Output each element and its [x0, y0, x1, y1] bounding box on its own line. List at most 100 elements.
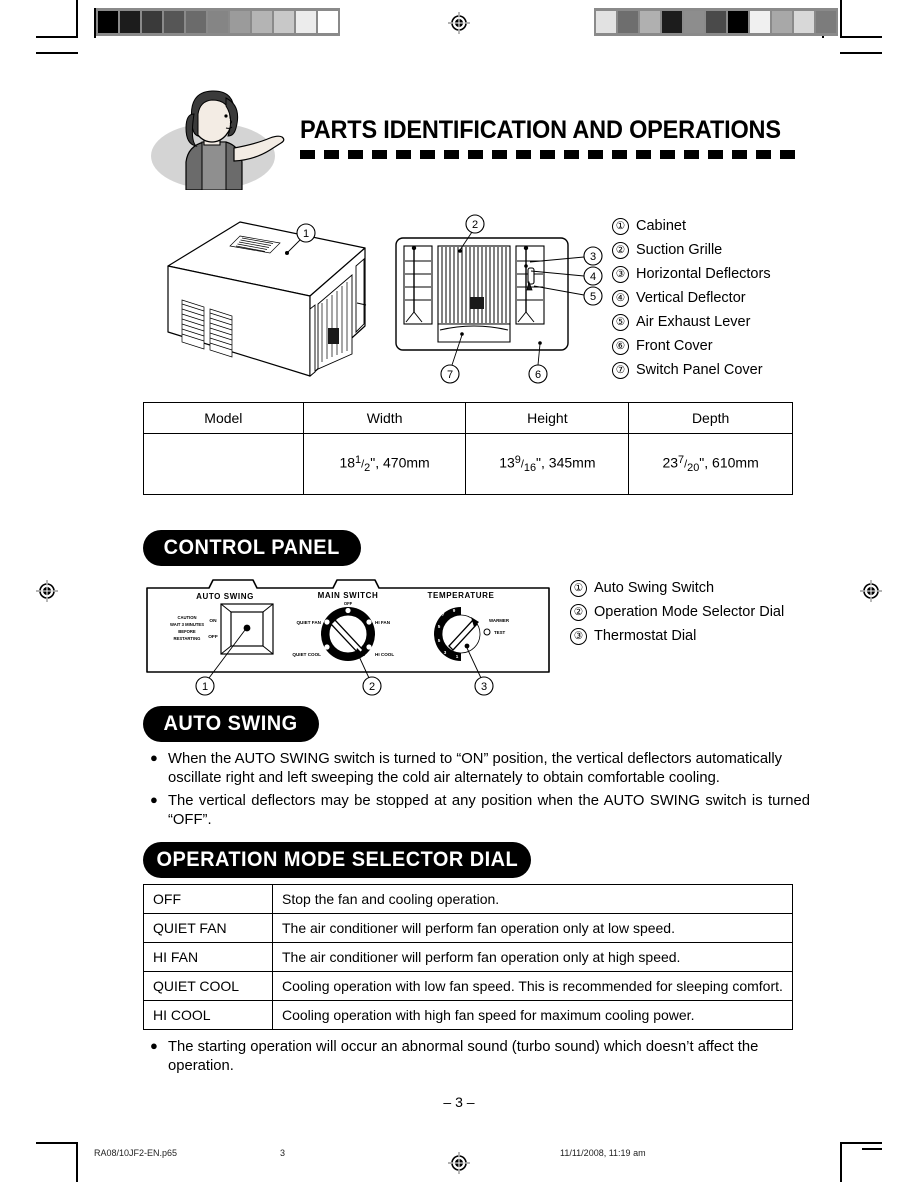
part-label: Front Cover	[636, 338, 713, 354]
bullet-dot-icon: ●	[150, 1038, 158, 1053]
cell-mode-name: OFF	[143, 884, 273, 914]
bullet-dot-icon: ●	[150, 791, 158, 807]
svg-text:1: 1	[202, 681, 208, 693]
calibration-left-swatch	[186, 11, 206, 33]
auto-swing-bullet-list: ● When the AUTO SWING switch is turned t…	[150, 750, 810, 834]
parts-legend-list: ① Cabinet ② Suction Grille ③ Horizontal …	[612, 217, 812, 386]
depth-fraction: 7/20	[678, 453, 700, 474]
cell-mode-description: The air conditioner will perform fan ope…	[272, 942, 793, 972]
crop-mark-top-right-h	[840, 36, 882, 38]
registration-target-left	[36, 580, 58, 602]
calibration-left-swatch	[120, 11, 140, 33]
callout-number: ④	[612, 289, 629, 307]
calibration-right-swatch	[728, 11, 748, 33]
svg-text:TEMPERATURE: TEMPERATURE	[428, 591, 495, 600]
cell-width: 181/2", 470mm	[302, 433, 467, 495]
cell-mode-name: HI FAN	[143, 942, 273, 972]
calibration-left-swatch	[208, 11, 228, 33]
section-heading-control-panel: CONTROL PANEL	[143, 530, 361, 566]
svg-text:2: 2	[472, 219, 478, 231]
svg-text:1: 1	[456, 654, 459, 659]
height-denominator: 16	[523, 461, 537, 474]
svg-text:BEFORE: BEFORE	[178, 629, 196, 634]
width-denominator: 2	[364, 461, 371, 474]
calibration-left-swatch	[296, 11, 316, 33]
part-label: Switch Panel Cover	[636, 362, 763, 378]
section-heading-auto-swing-label: AUTO SWING	[163, 712, 299, 735]
page-number: – 3 –	[443, 1094, 475, 1110]
callout-number: ⑥	[612, 337, 629, 355]
calibration-left-swatch	[318, 11, 338, 33]
depth-numerator: 7	[678, 453, 685, 466]
table-row: QUIET COOL Cooling operation with low fa…	[143, 971, 793, 1001]
dimension-table: Model Width Height Depth 181/2", 470mm 1…	[143, 402, 793, 495]
table-row: OFF Stop the fan and cooling operation.	[143, 884, 793, 914]
calibration-right-swatch	[794, 11, 814, 33]
list-item: ● The vertical deflectors may be stopped…	[150, 792, 810, 830]
operation-mode-table: OFF Stop the fan and cooling operation. …	[143, 884, 793, 1030]
cell-mode-description: The air conditioner will perform fan ope…	[272, 913, 793, 943]
list-item: ③ Thermostat Dial	[570, 627, 820, 652]
calibration-right-swatch	[750, 11, 770, 33]
cell-mode-name: HI COOL	[143, 1000, 273, 1030]
list-item: ⑦ Switch Panel Cover	[612, 361, 812, 386]
svg-text:5: 5	[438, 624, 441, 629]
control-label: Operation Mode Selector Dial	[594, 604, 785, 620]
part-label: Cabinet	[636, 218, 686, 234]
page-title: PARTS IDENTIFICATION AND OPERATIONS	[300, 116, 781, 144]
callout-number: ②	[612, 241, 629, 259]
list-item: ③ Horizontal Deflectors	[612, 265, 812, 290]
calibration-right-swatch	[640, 11, 660, 33]
section-header: PARTS IDENTIFICATION AND OPERATIONS	[150, 88, 810, 191]
callout-number: ③	[612, 265, 629, 283]
column-header-width: Width	[302, 402, 467, 434]
registration-target-right	[860, 580, 882, 602]
table-row: HI COOL Cooling operation with high fan …	[143, 1000, 793, 1030]
column-header-depth: Depth	[628, 402, 793, 434]
depth-denominator: 20	[687, 461, 700, 474]
svg-text:7: 7	[447, 369, 453, 381]
svg-text:OFF: OFF	[344, 601, 353, 606]
manual-page: PARTS IDENTIFICATION AND OPERATIONS 1 2 …	[0, 0, 918, 1188]
calibration-left-swatch	[252, 11, 272, 33]
calibration-left-swatch	[142, 11, 162, 33]
callout-number: ①	[570, 579, 587, 597]
svg-text:1: 1	[303, 228, 309, 240]
svg-text:ON: ON	[209, 618, 217, 624]
bullet-text: When the AUTO SWING switch is turned to …	[168, 751, 783, 786]
svg-text:5: 5	[590, 291, 596, 303]
calibration-right-swatch	[596, 11, 616, 33]
svg-text:HI COOL: HI COOL	[375, 652, 394, 657]
width-mm: , 470mm	[375, 454, 430, 471]
table-row: QUIET FAN The air conditioner will perfo…	[143, 913, 793, 943]
callout-number: ⑤	[612, 313, 629, 331]
part-label: Air Exhaust Lever	[636, 314, 751, 330]
cell-height: 139/16", 345mm	[465, 433, 630, 495]
svg-text:HI FAN: HI FAN	[375, 620, 391, 625]
crop-mark-bottom-right-h	[840, 1142, 882, 1144]
list-item: ⑤ Air Exhaust Lever	[612, 313, 812, 338]
calibration-right-swatch	[816, 11, 836, 33]
crop-mark-top-right-v	[840, 0, 842, 38]
part-label: Suction Grille	[636, 242, 723, 258]
svg-text:TEST: TEST	[494, 630, 506, 635]
callout-number: ①	[612, 217, 629, 235]
svg-text:RESTARTING: RESTARTING	[174, 636, 201, 641]
calibration-left-swatch	[98, 11, 118, 33]
column-header-height: Height	[465, 402, 630, 434]
calibration-left-swatch	[164, 11, 184, 33]
svg-text:3: 3	[481, 681, 487, 693]
crop-mark-top-left-h	[36, 36, 78, 38]
svg-text:9: 9	[467, 608, 470, 613]
control-label: Auto Swing Switch	[594, 580, 715, 596]
bullet-dot-icon: ●	[150, 750, 158, 765]
section-heading-operation-mode-label: OPERATION MODE SELECTOR DIAL	[156, 848, 518, 871]
svg-text:QUIET FAN: QUIET FAN	[296, 620, 321, 625]
depth-whole: 23	[662, 454, 679, 471]
control-panel-diagram: AUTO SWING CAUTION WAIT 3 MINUTES BEFORE…	[143, 572, 553, 702]
depth-mm: , 610mm	[704, 454, 759, 471]
cell-mode-description: Stop the fan and cooling operation.	[272, 884, 793, 914]
width-whole: 18	[339, 454, 356, 471]
svg-text:6: 6	[535, 369, 541, 381]
svg-text:AUTO SWING: AUTO SWING	[196, 592, 254, 601]
